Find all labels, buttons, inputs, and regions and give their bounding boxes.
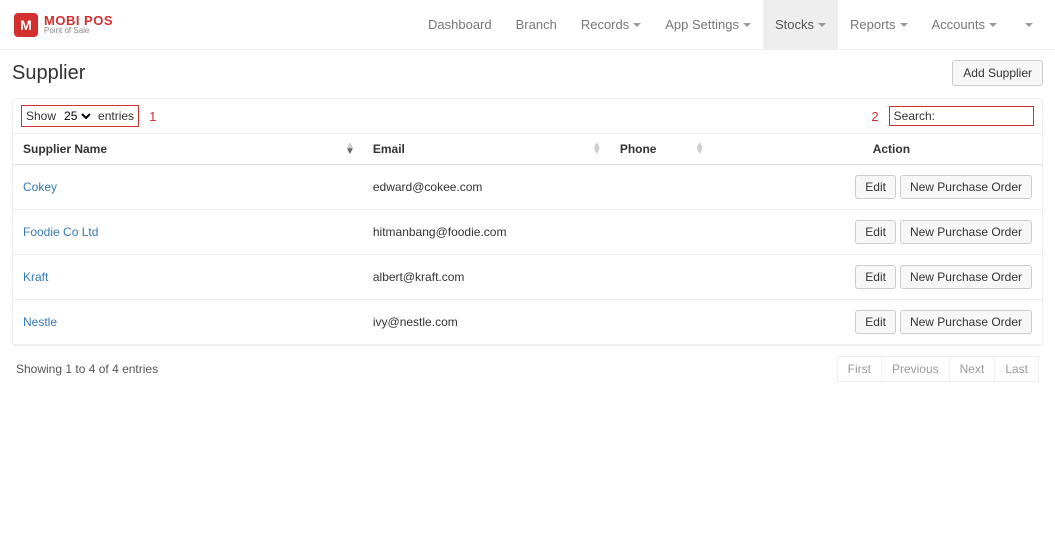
nav-item-label: Accounts xyxy=(932,17,985,32)
pager-previous[interactable]: Previous xyxy=(882,356,950,382)
supplier-name-link[interactable]: Cokey xyxy=(23,180,57,194)
search-input[interactable] xyxy=(939,109,1029,123)
new-purchase-order-button[interactable]: New Purchase Order xyxy=(900,265,1032,289)
new-purchase-order-button[interactable]: New Purchase Order xyxy=(900,220,1032,244)
nav-item-label: Records xyxy=(581,17,629,32)
edit-button[interactable]: Edit xyxy=(855,265,896,289)
nav-item-reports[interactable]: Reports xyxy=(838,0,920,49)
edit-button[interactable]: Edit xyxy=(855,220,896,244)
entries-length-control: Show 25 entries xyxy=(21,105,139,127)
nav-item-label: Branch xyxy=(516,17,557,32)
new-purchase-order-button[interactable]: New Purchase Order xyxy=(900,310,1032,334)
pager-next[interactable]: Next xyxy=(950,356,996,382)
header-phone[interactable]: Phone ▲▼ xyxy=(610,134,713,165)
supplier-email: hitmanbang@foodie.com xyxy=(363,210,610,255)
logo-subtitle: Point of Sale xyxy=(44,27,113,35)
logo[interactable]: M MOBI POS Point of Sale xyxy=(10,13,113,37)
pager-first[interactable]: First xyxy=(837,356,882,382)
page-title: Supplier xyxy=(12,62,85,85)
nav-item-app-settings[interactable]: App Settings xyxy=(653,0,763,49)
table-row: Foodie Co Ltd hitmanbang@foodie.com EditNe… xyxy=(13,210,1042,255)
nav-menu: Dashboard Branch Records App Settings Stocks… xyxy=(416,0,1045,49)
supplier-name-link[interactable]: Foodie Co Ltd xyxy=(23,225,98,239)
chevron-down-icon xyxy=(633,23,641,27)
supplier-email: ivy@nestle.com xyxy=(363,300,610,345)
edit-button[interactable]: Edit xyxy=(855,175,896,199)
annotation-2: 2 xyxy=(871,109,878,124)
entries-label: entries xyxy=(98,109,134,123)
table-row: Kraft albert@kraft.com EditNew Purchase Or… xyxy=(13,255,1042,300)
supplier-name-link[interactable]: Kraft xyxy=(23,270,48,284)
add-supplier-button[interactable]: Add Supplier xyxy=(952,60,1043,86)
supplier-email: albert@kraft.com xyxy=(363,255,610,300)
nav-item-dashboard[interactable]: Dashboard xyxy=(416,0,504,49)
sort-icon: ▲▼ xyxy=(695,143,705,155)
nav-item-label: Reports xyxy=(850,17,896,32)
supplier-phone xyxy=(610,300,713,345)
chevron-down-icon xyxy=(818,23,826,27)
nav-item-label: Stocks xyxy=(775,17,814,32)
nav-item-label: Dashboard xyxy=(428,17,492,32)
sort-icon: ▲▼ xyxy=(592,143,602,155)
sort-icon: ▲▼ xyxy=(345,143,355,155)
table-row: Nestle ivy@nestle.com EditNew Purchase Ord… xyxy=(13,300,1042,345)
logo-icon: M xyxy=(14,13,38,37)
supplier-phone xyxy=(610,165,713,210)
nav-item-label: App Settings xyxy=(665,17,739,32)
supplier-name-link[interactable]: Nestle xyxy=(23,315,57,329)
entries-select[interactable]: 25 xyxy=(60,108,94,124)
pager: First Previous Next Last xyxy=(837,356,1039,382)
header-supplier-name[interactable]: Supplier Name ▲▼ xyxy=(13,134,363,165)
chevron-down-icon xyxy=(989,23,997,27)
nav-item-stocks[interactable]: Stocks xyxy=(763,0,838,49)
nav-item-records[interactable]: Records xyxy=(569,0,653,49)
header-action: Action xyxy=(713,134,1042,165)
search-label: Search: xyxy=(894,109,935,123)
pager-last[interactable]: Last xyxy=(995,356,1039,382)
table-info: Showing 1 to 4 of 4 entries xyxy=(16,362,158,376)
chevron-down-icon xyxy=(900,23,908,27)
edit-button[interactable]: Edit xyxy=(855,310,896,334)
search-control: Search: xyxy=(889,106,1034,126)
supplier-email: edward@cokee.com xyxy=(363,165,610,210)
chevron-down-icon xyxy=(743,23,751,27)
annotation-1: 1 xyxy=(149,109,156,124)
chevron-down-icon xyxy=(1025,23,1033,27)
header-email[interactable]: Email ▲▼ xyxy=(363,134,610,165)
new-purchase-order-button[interactable]: New Purchase Order xyxy=(900,175,1032,199)
nav-item-extra[interactable] xyxy=(1009,0,1045,49)
supplier-phone xyxy=(610,255,713,300)
nav-item-branch[interactable]: Branch xyxy=(504,0,569,49)
table-row: Cokey edward@cokee.com EditNew Purchase Or… xyxy=(13,165,1042,210)
show-label: Show xyxy=(26,109,56,123)
nav-item-accounts[interactable]: Accounts xyxy=(920,0,1009,49)
supplier-phone xyxy=(610,210,713,255)
